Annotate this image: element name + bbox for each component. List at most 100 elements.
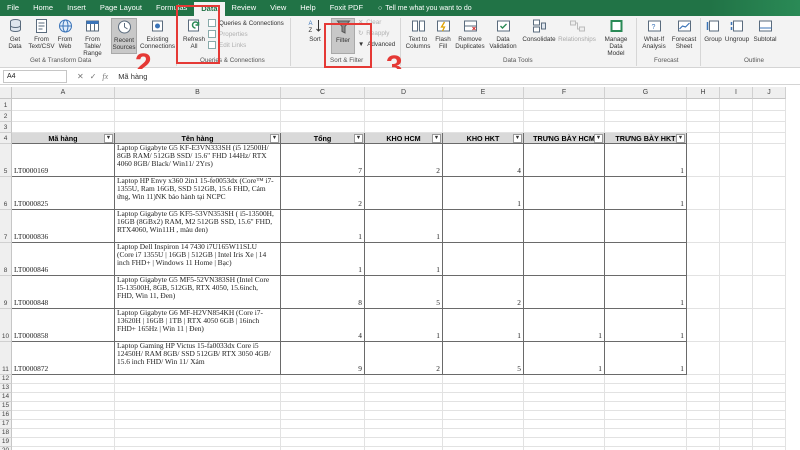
- grid-cell[interactable]: [720, 438, 753, 447]
- manage-data-model-button[interactable]: Manage Data Model: [600, 18, 632, 57]
- quantity-cell-total[interactable]: 1: [281, 210, 365, 243]
- grid-cell[interactable]: [753, 402, 786, 411]
- grid-cell[interactable]: [115, 393, 281, 402]
- grid-cell[interactable]: [605, 438, 687, 447]
- tab-view[interactable]: View: [263, 0, 293, 16]
- grid-cell[interactable]: [365, 375, 443, 384]
- quantity-cell-tb-hkt[interactable]: [605, 210, 687, 243]
- quantity-cell-tb-hkt[interactable]: 1: [605, 144, 687, 177]
- grid-cell[interactable]: [524, 111, 605, 122]
- grid-cell[interactable]: [12, 122, 115, 133]
- grid-cell[interactable]: [365, 122, 443, 133]
- grid-cell[interactable]: [281, 393, 365, 402]
- quantity-cell-total[interactable]: 4: [281, 309, 365, 342]
- product-code-cell[interactable]: LT0000848: [12, 276, 115, 309]
- quantity-cell-hcm[interactable]: 5: [365, 276, 443, 309]
- grid-cell[interactable]: [720, 411, 753, 420]
- grid-cell[interactable]: [687, 429, 720, 438]
- grid-cell[interactable]: [753, 133, 786, 144]
- quantity-cell-total[interactable]: 1: [281, 243, 365, 276]
- group-button[interactable]: Group: [703, 18, 723, 43]
- grid-cell[interactable]: [687, 420, 720, 429]
- tab-help[interactable]: Help: [293, 0, 322, 16]
- column-header[interactable]: F: [524, 87, 605, 99]
- product-code-cell[interactable]: LT0000825: [12, 177, 115, 210]
- grid-cell[interactable]: [753, 309, 786, 342]
- grid-cell[interactable]: [12, 393, 115, 402]
- quantity-cell-tb-hkt[interactable]: 1: [605, 276, 687, 309]
- grid-cell[interactable]: [687, 402, 720, 411]
- product-code-cell[interactable]: LT0000872: [12, 342, 115, 375]
- quantity-cell-total[interactable]: 8: [281, 276, 365, 309]
- grid-cell[interactable]: [12, 111, 115, 122]
- grid-cell[interactable]: [365, 393, 443, 402]
- grid-cell[interactable]: [687, 411, 720, 420]
- filter-dropdown-icon[interactable]: ▼: [270, 134, 279, 143]
- table-header[interactable]: TRƯNG BÀY HCM ▼: [524, 133, 605, 144]
- quantity-cell-tb-hkt[interactable]: 1: [605, 342, 687, 375]
- filter-dropdown-icon[interactable]: ▼: [594, 134, 603, 143]
- text-to-columns-button[interactable]: Text to Columns: [405, 18, 431, 50]
- quantity-cell-hkt[interactable]: 5: [443, 342, 524, 375]
- grid-cell[interactable]: [365, 384, 443, 393]
- grid-cell[interactable]: [281, 99, 365, 111]
- column-header[interactable]: G: [605, 87, 687, 99]
- tab-home[interactable]: Home: [26, 0, 60, 16]
- column-header[interactable]: J: [753, 87, 786, 99]
- grid-cell[interactable]: [12, 375, 115, 384]
- row-header[interactable]: 9: [0, 276, 12, 309]
- column-header[interactable]: I: [720, 87, 753, 99]
- grid-cell[interactable]: [720, 393, 753, 402]
- grid-cell[interactable]: [753, 429, 786, 438]
- grid-cell[interactable]: [524, 411, 605, 420]
- grid-cell[interactable]: [687, 210, 720, 243]
- grid-cell[interactable]: [115, 402, 281, 411]
- grid-cell[interactable]: [115, 375, 281, 384]
- from-web-button[interactable]: From Web: [56, 18, 74, 50]
- row-header[interactable]: 12: [0, 375, 12, 384]
- from-text-csv-button[interactable]: From Text/CSV: [28, 18, 55, 50]
- grid-cell[interactable]: [720, 342, 753, 375]
- row-header[interactable]: 17: [0, 420, 12, 429]
- grid-cell[interactable]: [281, 411, 365, 420]
- product-code-cell[interactable]: LT0000846: [12, 243, 115, 276]
- row-header[interactable]: 10: [0, 309, 12, 342]
- grid-cell[interactable]: [115, 99, 281, 111]
- quantity-cell-hcm[interactable]: 2: [365, 144, 443, 177]
- quantity-cell-total[interactable]: 7: [281, 144, 365, 177]
- grid-cell[interactable]: [524, 122, 605, 133]
- grid-cell[interactable]: [281, 111, 365, 122]
- row-header[interactable]: 4: [0, 133, 12, 144]
- grid-cell[interactable]: [720, 144, 753, 177]
- quantity-cell-tb-hcm[interactable]: 1: [524, 342, 605, 375]
- row-header[interactable]: 19: [0, 438, 12, 447]
- grid-cell[interactable]: [281, 429, 365, 438]
- grid-cell[interactable]: [753, 177, 786, 210]
- grid-cell[interactable]: [753, 210, 786, 243]
- filter-dropdown-icon[interactable]: ▼: [104, 134, 113, 143]
- table-header[interactable]: KHO HKT ▼: [443, 133, 524, 144]
- remove-duplicates-button[interactable]: Remove Duplicates: [455, 18, 485, 50]
- grid-cell[interactable]: [753, 122, 786, 133]
- grid-cell[interactable]: [443, 420, 524, 429]
- grid-cell[interactable]: [115, 111, 281, 122]
- data-validation-button[interactable]: Data Validation: [488, 18, 518, 50]
- quantity-cell-tb-hcm[interactable]: [524, 144, 605, 177]
- grid-cell[interactable]: [687, 375, 720, 384]
- column-header[interactable]: H: [687, 87, 720, 99]
- grid-cell[interactable]: [365, 429, 443, 438]
- quantity-cell-hkt[interactable]: 1: [443, 309, 524, 342]
- grid-cell[interactable]: [687, 144, 720, 177]
- grid-cell[interactable]: [753, 342, 786, 375]
- column-header[interactable]: A: [12, 87, 115, 99]
- grid-cell[interactable]: [281, 438, 365, 447]
- grid-cell[interactable]: [687, 133, 720, 144]
- quantity-cell-hcm[interactable]: 1: [365, 210, 443, 243]
- grid-cell[interactable]: [687, 309, 720, 342]
- row-header[interactable]: 13: [0, 384, 12, 393]
- product-name-cell[interactable]: Laptop Gigabyte G5 KF5-53VN353SH ( i5-13…: [115, 210, 281, 243]
- quantity-cell-tb-hcm[interactable]: [524, 276, 605, 309]
- grid-cell[interactable]: [524, 438, 605, 447]
- quantity-cell-tb-hkt[interactable]: 1: [605, 177, 687, 210]
- grid-cell[interactable]: [687, 393, 720, 402]
